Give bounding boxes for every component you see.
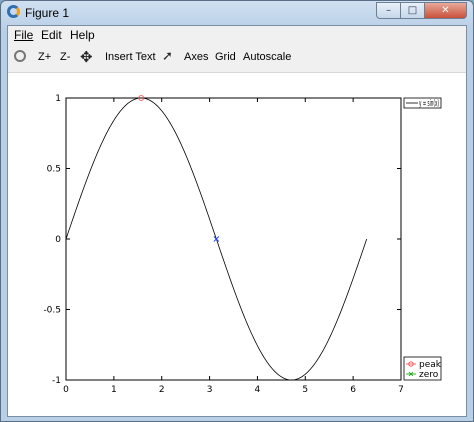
axes-box <box>65 97 402 381</box>
figure-client-area: File Edit Help Z+ Z- ✥ Insert Text ➚ Axe… <box>7 25 467 417</box>
toolbar: Z+ Z- ✥ Insert Text ➚ Axes Grid Autoscal… <box>8 44 466 73</box>
insert-text-button[interactable]: Insert Text <box>105 51 156 63</box>
grid-button[interactable]: Grid <box>215 51 236 63</box>
title-bar[interactable]: Figure 1 – □ ✕ <box>1 1 473 25</box>
x-tick-label: 5 <box>302 385 308 395</box>
menu-file[interactable]: File <box>14 28 33 42</box>
menu-help[interactable]: Help <box>70 28 95 42</box>
y-tick-label: 1 <box>55 94 61 104</box>
zoom-in-button[interactable]: Z+ <box>38 51 51 63</box>
legend-label-zero: zero <box>419 370 439 380</box>
zoom-out-button[interactable]: Z- <box>60 51 70 63</box>
x-tick-label: 3 <box>207 385 213 395</box>
x-tick-label: 2 <box>159 385 165 395</box>
x-tick-label: 6 <box>350 385 356 395</box>
x-tick-label: 4 <box>255 385 261 395</box>
y-tick-label: 0 <box>55 235 61 245</box>
autoscale-button[interactable]: Autoscale <box>243 51 291 63</box>
pan-icon[interactable]: ✥ <box>80 49 93 65</box>
close-button[interactable]: ✕ <box>424 2 467 19</box>
rotate-icon[interactable] <box>14 50 26 62</box>
menu-bar: File Edit Help <box>8 26 466 44</box>
legend-label-sin: y = sin(x) <box>419 99 439 109</box>
maximize-button[interactable]: □ <box>400 2 425 19</box>
octave-logo-icon <box>7 5 20 18</box>
minimize-button[interactable]: – <box>376 2 401 19</box>
figure-window: Figure 1 – □ ✕ File Edit Help Z+ Z- ✥ In… <box>0 0 474 422</box>
window-title: Figure 1 <box>25 6 70 20</box>
y-tick-label: -0.5 <box>43 306 61 316</box>
legend-label-peak: peak <box>419 360 442 370</box>
y-tick-label: 0.5 <box>47 165 61 175</box>
select-arrow-icon[interactable]: ➚ <box>162 49 173 65</box>
plot-canvas[interactable]: 0 1 2 3 4 5 6 7 1 0.5 0 -0.5 -1 y = sin(x) peakzero <box>8 72 466 416</box>
x-tick-label: 0 <box>63 385 69 395</box>
y-tick-label: -1 <box>52 376 61 386</box>
axes-button[interactable]: Axes <box>184 51 208 63</box>
x-tick-label: 1 <box>111 385 117 395</box>
x-tick-label: 7 <box>398 385 404 395</box>
menu-edit[interactable]: Edit <box>41 28 62 42</box>
